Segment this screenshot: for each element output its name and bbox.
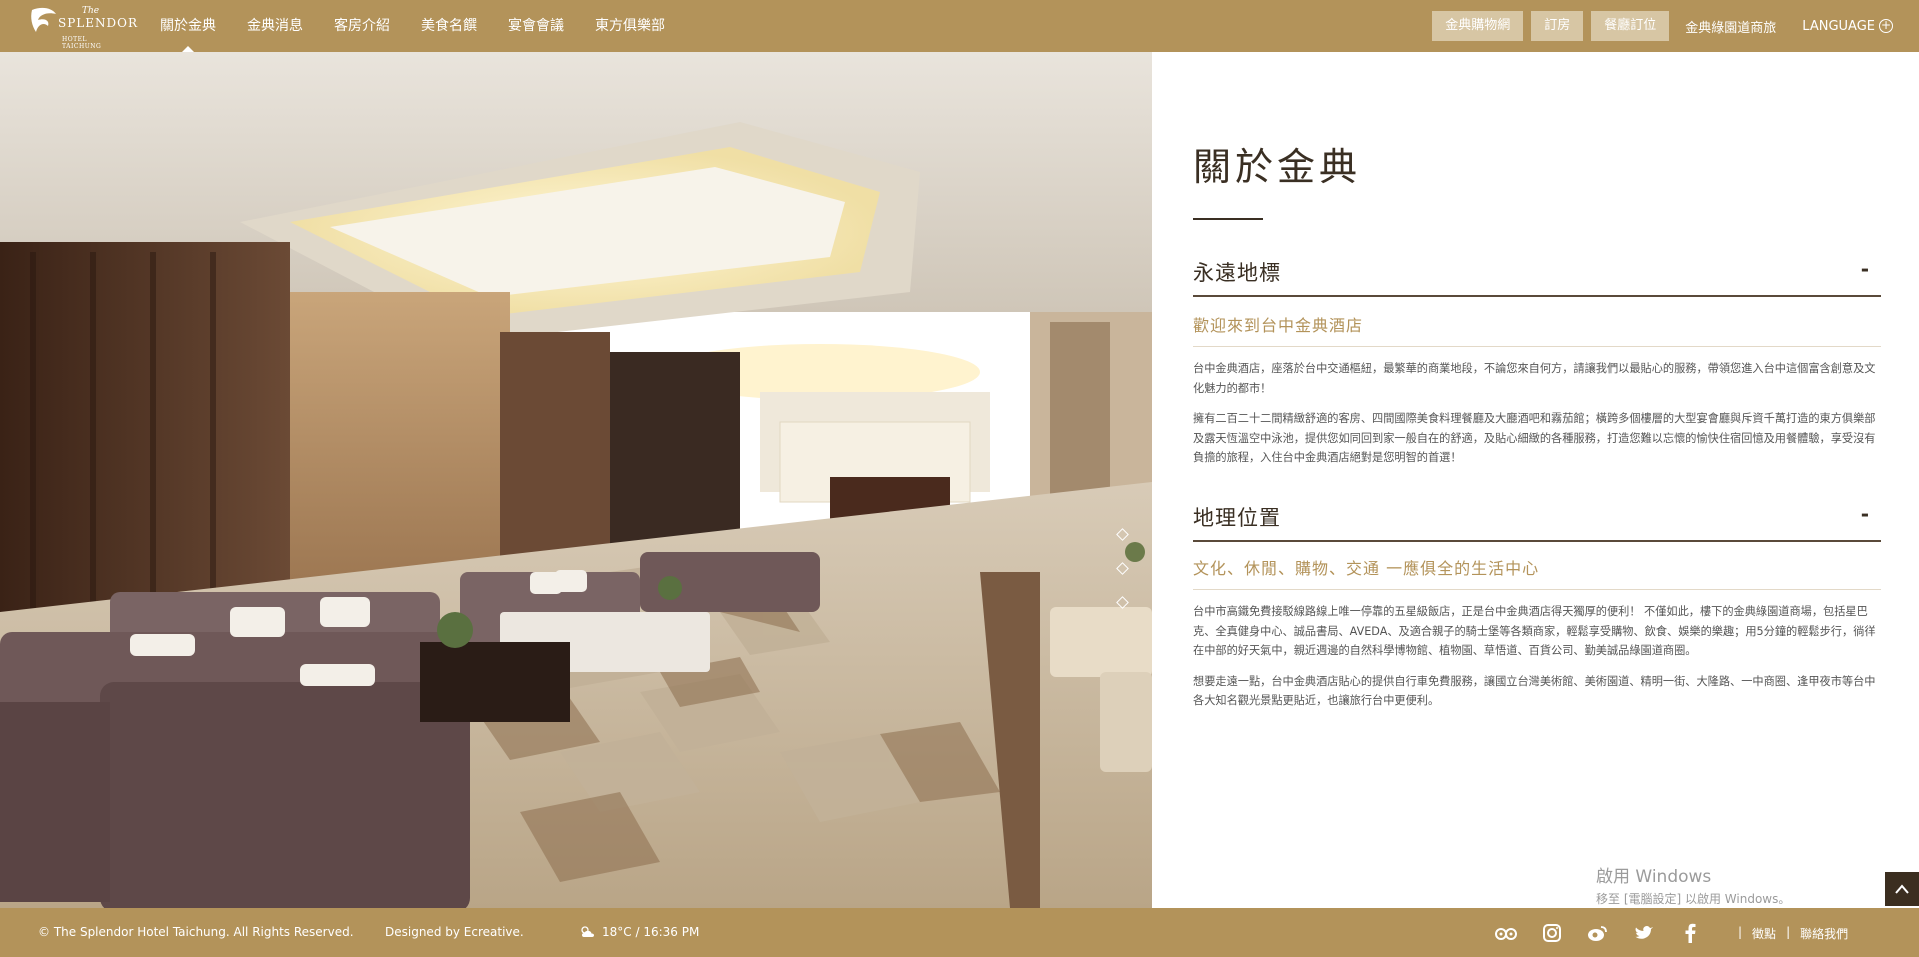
accordion-location-subheading: 文化、休閒、購物、交通 一應俱全的生活中心 xyxy=(1193,555,1881,590)
watermark-line2: 移至 [電腦設定] 以啟用 Windows。 xyxy=(1596,892,1791,906)
book-room-button[interactable]: 訂房 xyxy=(1531,11,1584,41)
paragraph: 台中市高鐵免費接駁線路線上唯一停靠的五星級飯店，正是台中金典酒店得天獨厚的便利！… xyxy=(1193,605,1876,657)
accordion-location-title: 地理位置 xyxy=(1193,506,1281,530)
accordion-landmark-subheading: 歡迎來到台中金典酒店 xyxy=(1193,312,1881,347)
nav-rooms[interactable]: 客房介紹 xyxy=(334,0,390,52)
accordion-landmark-header[interactable]: 永遠地標 - xyxy=(1193,257,1881,297)
shop-button[interactable]: 金典購物網 xyxy=(1432,11,1524,41)
top-navigation-bar: The SPLENDOR HOTEL TAICHUNG 關於金典 金典消息 客房… xyxy=(0,0,1919,53)
twitter-icon[interactable] xyxy=(1632,921,1656,945)
chevron-up-icon xyxy=(1895,884,1909,894)
right-nav: 金典購物網 訂房 餐廳訂位 金典綠園道商旅 LANGUAGE + xyxy=(1432,0,1919,52)
paragraph: 想要走遠一點，台中金典酒店貼心的提供自行車免費服務，讓國立台灣美術館、美術園道、… xyxy=(1193,674,1876,708)
footer-links: | 徵點 | 聯絡我們 xyxy=(1728,925,1848,942)
watermark-line1: 啟用 Windows xyxy=(1596,867,1712,887)
weather-widget: 18°C / 16:36 PM xyxy=(579,925,699,939)
page-title: 關於金典 xyxy=(1193,145,1362,189)
nav-banquet[interactable]: 宴會會議 xyxy=(508,0,564,52)
social-links xyxy=(1494,921,1724,945)
main-nav: 關於金典 金典消息 客房介紹 美食名饌 宴會會議 東方俱樂部 xyxy=(160,0,696,53)
facebook-icon[interactable] xyxy=(1678,921,1702,945)
plus-circle-icon: + xyxy=(1879,18,1893,33)
slider-dots xyxy=(1116,528,1132,632)
separator: | xyxy=(1786,925,1791,939)
paragraph: 擁有二百二十二間精緻舒適的客房、四間國際美食料理餐廳及大廳酒吧和霧茄館；橫跨多個… xyxy=(1193,412,1876,464)
title-divider xyxy=(1193,218,1263,220)
lobby-hero-image xyxy=(0,52,1152,908)
hotel-logo[interactable]: The SPLENDOR HOTEL TAICHUNG xyxy=(26,4,137,50)
windows-activation-watermark: 啟用 Windows 移至 [電腦設定] 以啟用 Windows。 xyxy=(1596,862,1790,907)
paragraph: 台中金典酒店，座落於台中交通樞紐，最繁華的商業地段，不論您來自何方，請讓我們以最… xyxy=(1193,362,1876,395)
slide-dot-1[interactable] xyxy=(1116,528,1129,541)
accordion-landmark-body: 台中金典酒店，座落於台中交通樞紐，最繁華的商業地段，不論您來自何方，請讓我們以最… xyxy=(1193,359,1881,479)
partly-cloudy-icon xyxy=(581,926,594,937)
accordion-location-body: 台中市高鐵免費接駁線路線上唯一停靠的五星級飯店，正是台中金典酒店得天獨厚的便利！… xyxy=(1193,602,1881,722)
sister-hotel-link[interactable]: 金典綠園道商旅 xyxy=(1685,17,1776,36)
footer: © The Splendor Hotel Taichung. All Right… xyxy=(0,908,1919,957)
language-selector[interactable]: LANGUAGE + xyxy=(1802,19,1893,34)
contact-us-link[interactable]: 聯絡我們 xyxy=(1800,925,1848,942)
nav-club[interactable]: 東方俱樂部 xyxy=(595,0,665,52)
nav-news[interactable]: 金典消息 xyxy=(247,0,303,52)
weibo-icon[interactable] xyxy=(1586,921,1610,945)
collapse-toggle-icon[interactable]: - xyxy=(1861,502,1869,526)
logo-city: HOTEL TAICHUNG xyxy=(62,36,102,50)
instagram-icon[interactable] xyxy=(1540,921,1564,945)
language-label: LANGUAGE xyxy=(1802,18,1875,34)
nav-about[interactable]: 關於金典 xyxy=(160,0,216,53)
scroll-to-top-button[interactable] xyxy=(1885,872,1919,906)
slide-dot-2[interactable] xyxy=(1116,562,1129,575)
copyright-text: © The Splendor Hotel Taichung. All Right… xyxy=(38,925,354,939)
weather-text: 18°C / 16:36 PM xyxy=(602,925,700,939)
accordion-landmark-title: 永遠地標 xyxy=(1193,261,1281,285)
lobby-illustration xyxy=(0,52,1152,908)
tripadvisor-icon[interactable] xyxy=(1494,921,1518,945)
about-panel: 關於金典 永遠地標 - 歡迎來到台中金典酒店 台中金典酒店，座落於台中交通樞紐，… xyxy=(1152,52,1919,908)
accordion-location-header[interactable]: 地理位置 - xyxy=(1193,502,1881,542)
separator: | xyxy=(1738,925,1743,939)
slide-dot-3[interactable] xyxy=(1116,596,1129,609)
logo-the: The xyxy=(82,6,100,16)
designer-credit[interactable]: Designed by Ecreative. xyxy=(385,925,524,939)
nav-dining[interactable]: 美食名饌 xyxy=(421,0,477,52)
restaurant-booking-button[interactable]: 餐廳訂位 xyxy=(1591,11,1670,41)
logo-name: SPLENDOR xyxy=(58,16,139,30)
careers-link[interactable]: 徵點 xyxy=(1752,925,1776,942)
collapse-toggle-icon[interactable]: - xyxy=(1861,257,1869,281)
